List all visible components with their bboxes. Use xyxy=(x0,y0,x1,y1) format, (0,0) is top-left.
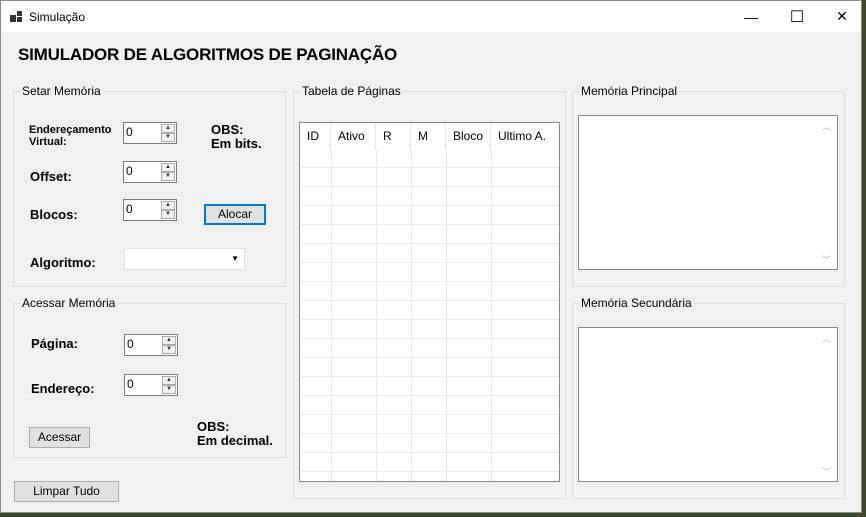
memoria-secundaria-title: Memória Secundária xyxy=(579,296,694,310)
column-header-bloco[interactable]: Bloco xyxy=(446,123,491,150)
minimize-button[interactable]: — xyxy=(728,1,774,32)
spin-up-icon[interactable]: ▲ xyxy=(162,376,176,385)
page-table[interactable]: ID Ativo R M Bloco Ultimo A. xyxy=(299,122,560,482)
pagina-label: Página: xyxy=(31,336,78,351)
memoria-principal-title: Memória Principal xyxy=(579,84,680,98)
column-divider xyxy=(376,150,377,481)
table-row-line xyxy=(300,452,559,453)
obs-decimal-note: OBS: Em decimal. xyxy=(197,419,273,448)
blocos-value: 0 xyxy=(126,202,133,216)
column-header-ativo[interactable]: Ativo xyxy=(331,123,376,150)
table-row-line xyxy=(300,167,559,168)
title-bar[interactable]: Simulação — ☐ ✕ xyxy=(1,1,861,32)
table-row-line xyxy=(300,395,559,396)
column-header-m[interactable]: M xyxy=(411,123,446,150)
pagina-value: 0 xyxy=(127,337,134,351)
alocar-button[interactable]: Alocar xyxy=(204,204,266,225)
column-divider xyxy=(411,150,412,481)
algoritmo-label: Algoritmo: xyxy=(30,255,96,270)
obs-bits-note: OBS: Em bits. xyxy=(211,122,262,151)
setar-memoria-title: Setar Memória xyxy=(20,84,103,98)
endereco-label: Endereço: xyxy=(31,381,95,396)
table-row-line xyxy=(300,338,559,339)
table-row-line xyxy=(300,300,559,301)
enderecamento-value: 0 xyxy=(126,125,133,139)
spin-down-icon[interactable]: ▼ xyxy=(161,210,175,219)
page-title: SIMULADOR DE ALGORITMOS DE PAGINAÇÃO xyxy=(18,45,398,64)
window-title: Simulação xyxy=(29,10,86,24)
scroll-down-icon[interactable]: ﹀ xyxy=(822,465,831,478)
table-row-line xyxy=(300,186,559,187)
minimize-icon: — xyxy=(744,8,758,25)
blocos-label: Blocos: xyxy=(30,207,78,222)
table-row-line xyxy=(300,433,559,434)
spin-up-icon[interactable]: ▲ xyxy=(161,163,175,172)
column-header-r[interactable]: R xyxy=(376,123,411,150)
column-divider xyxy=(491,150,492,481)
column-divider xyxy=(331,150,332,481)
offset-stepper[interactable]: 0 ▲ ▼ xyxy=(123,161,177,183)
spin-down-icon[interactable]: ▼ xyxy=(162,345,176,354)
table-row-line xyxy=(300,262,559,263)
spin-down-icon[interactable]: ▼ xyxy=(161,133,175,142)
main-window: Simulação — ☐ ✕ SIMULADOR DE ALGORITMOS … xyxy=(0,0,862,513)
table-row-line xyxy=(300,205,559,206)
endereco-stepper[interactable]: 0 ▲ ▼ xyxy=(124,374,178,396)
column-header-ultimo-acesso[interactable]: Ultimo A. xyxy=(491,123,559,150)
limpar-tudo-button[interactable]: Limpar Tudo xyxy=(14,481,119,502)
memoria-principal-textarea[interactable]: ︿ ﹀ xyxy=(578,115,838,270)
offset-value: 0 xyxy=(126,164,133,178)
table-row-line xyxy=(300,357,559,358)
scroll-up-icon[interactable]: ︿ xyxy=(822,332,831,345)
spin-down-icon[interactable]: ▼ xyxy=(161,172,175,181)
pagina-stepper[interactable]: 0 ▲ ▼ xyxy=(124,334,178,356)
maximize-button[interactable]: ☐ xyxy=(774,1,820,32)
acessar-button[interactable]: Acessar xyxy=(29,427,90,448)
close-icon: ✕ xyxy=(836,8,848,24)
chevron-down-icon: ▼ xyxy=(231,254,239,263)
maximize-icon: ☐ xyxy=(789,8,805,26)
table-row-line xyxy=(300,414,559,415)
enderecamento-label: Endereçamento Virtual: xyxy=(29,124,112,148)
acessar-memoria-title: Acessar Memória xyxy=(20,296,118,310)
enderecamento-virtual-stepper[interactable]: 0 ▲ ▼ xyxy=(123,122,177,144)
memoria-secundaria-textarea[interactable]: ︿ ﹀ xyxy=(578,327,838,482)
table-row-line xyxy=(300,319,559,320)
scroll-down-icon[interactable]: ﹀ xyxy=(822,253,831,266)
table-row-line xyxy=(300,243,559,244)
table-row-line xyxy=(300,224,559,225)
tabela-paginas-title: Tabela de Páginas xyxy=(300,84,403,98)
column-header-id[interactable]: ID xyxy=(300,123,331,150)
spin-up-icon[interactable]: ▲ xyxy=(161,201,175,210)
scroll-up-icon[interactable]: ︿ xyxy=(822,120,831,133)
close-button[interactable]: ✕ xyxy=(819,1,865,32)
table-row-line xyxy=(300,376,559,377)
app-icon xyxy=(10,11,22,22)
spin-down-icon[interactable]: ▼ xyxy=(162,385,176,394)
endereco-value: 0 xyxy=(127,377,134,391)
spin-up-icon[interactable]: ▲ xyxy=(161,124,175,133)
table-row-line xyxy=(300,471,559,472)
blocos-stepper[interactable]: 0 ▲ ▼ xyxy=(123,199,177,221)
column-divider xyxy=(446,150,447,481)
table-row-line xyxy=(300,281,559,282)
offset-label: Offset: xyxy=(30,169,72,184)
spin-up-icon[interactable]: ▲ xyxy=(162,336,176,345)
table-header: ID Ativo R M Bloco Ultimo A. xyxy=(300,123,559,150)
algoritmo-select[interactable]: ▼ xyxy=(124,248,245,270)
